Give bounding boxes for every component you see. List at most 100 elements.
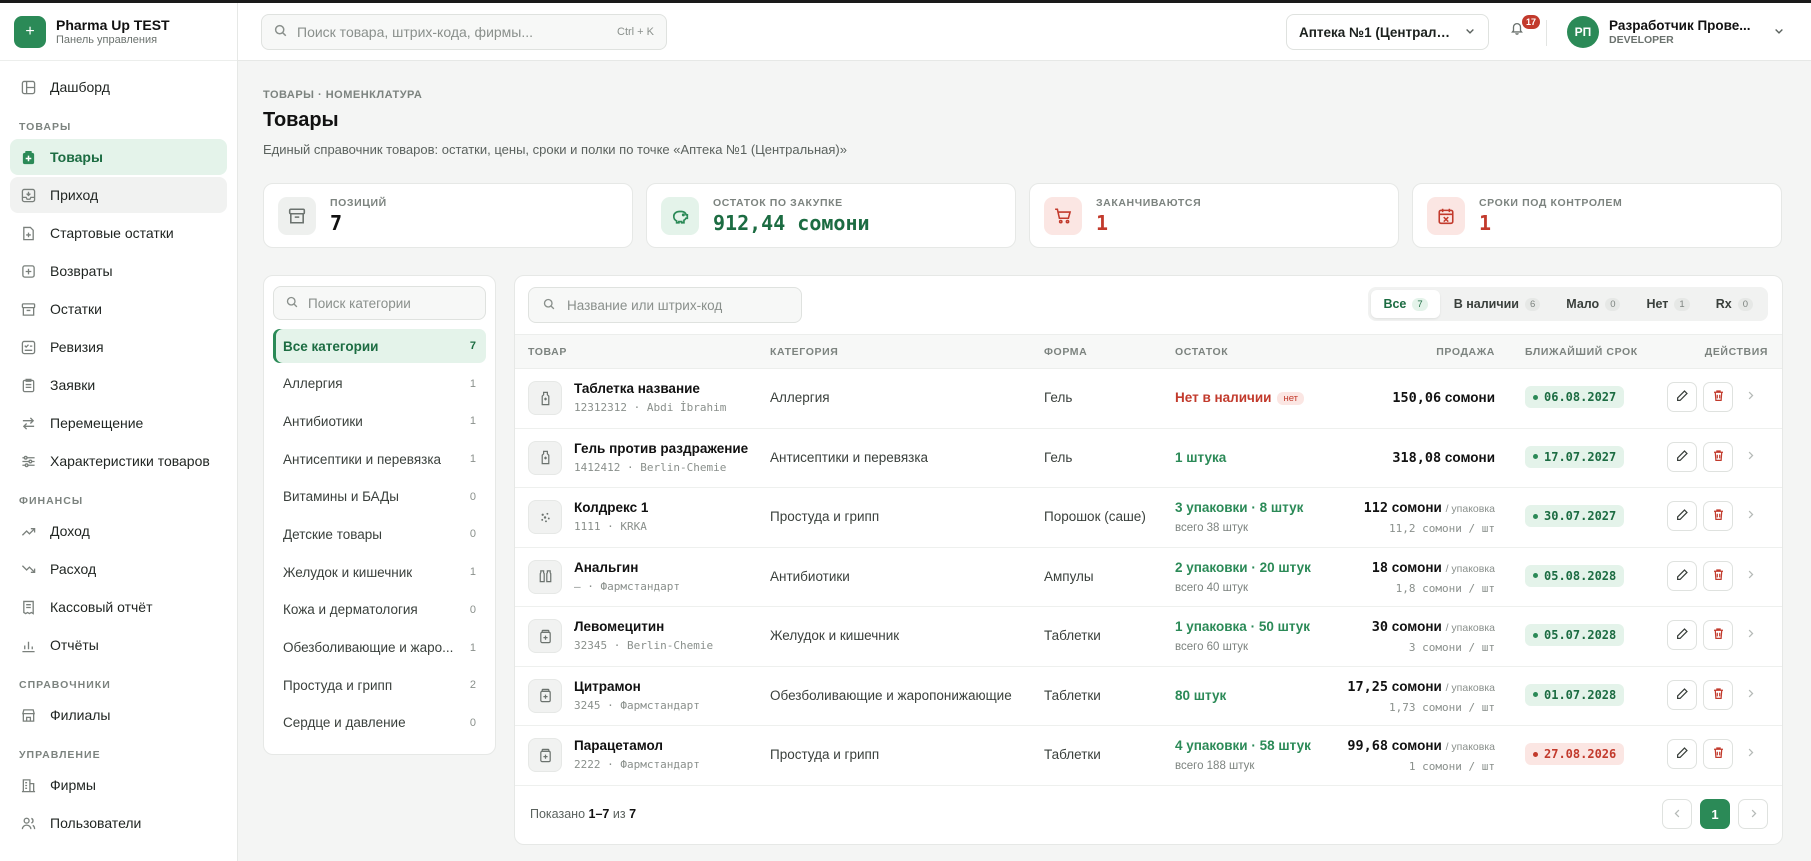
category-item[interactable]: Аллергия 1 [273, 367, 486, 401]
delete-button[interactable] [1703, 560, 1733, 591]
sidebar-item-dashboard[interactable]: Дашборд [10, 69, 227, 105]
table-row[interactable]: Цитрамон 3245 · Фармстандарт Обезболиваю… [515, 667, 1782, 726]
notifications-button[interactable]: 17 [1510, 15, 1541, 43]
sidebar-item-stock[interactable]: Остатки [10, 291, 227, 327]
product-meta: 1412412 · Berlin-Chemie [574, 460, 727, 474]
column-header-category[interactable]: КАТЕГОРИЯ [770, 346, 838, 358]
filter-tab[interactable]: Мало 0 [1554, 290, 1632, 318]
delete-button[interactable] [1703, 501, 1733, 531]
product-name[interactable]: Таблетка название [574, 381, 700, 396]
sidebar-item-attributes[interactable]: Характеристики товаров [10, 443, 227, 479]
sidebar-item-audit[interactable]: Ревизия [10, 329, 227, 365]
category-item[interactable]: Сердце и давление 0 [273, 706, 486, 740]
chevron-right-icon[interactable] [1745, 389, 1756, 404]
delete-button[interactable] [1703, 382, 1733, 412]
category-item[interactable]: Обезболивающие и жаро... 1 [273, 631, 486, 665]
table-row[interactable]: Парацетамол 2222 · Фармстандарт Простуда… [515, 726, 1782, 786]
edit-button[interactable] [1667, 560, 1697, 591]
edit-button[interactable] [1667, 501, 1697, 531]
delete-button[interactable] [1703, 620, 1733, 650]
table-row[interactable]: Анальгин — · Фармстандарт Антибиотики Ам… [515, 548, 1782, 607]
expiry-date: 30.07.2027 [1544, 509, 1617, 523]
sidebar-item-branches[interactable]: Филиалы [10, 697, 227, 733]
global-search[interactable]: Поиск товара, штрих-кода, фирмы... Ctrl … [261, 14, 667, 50]
file-plus-icon [20, 225, 36, 241]
sidebar-item-cash-report[interactable]: Кассовый отчёт [10, 589, 227, 625]
table-row[interactable]: Левомецитин 32345 · Berlin-Chemie Желудо… [515, 607, 1782, 667]
page-title: Товары [263, 109, 339, 131]
chevron-right-icon[interactable] [1745, 568, 1756, 583]
product-name[interactable]: Парацетамол [574, 738, 663, 753]
category-item[interactable]: Детские товары 0 [273, 517, 486, 551]
table-row[interactable]: Гель против раздражение 1412412 · Berlin… [515, 429, 1782, 488]
sidebar-item-income[interactable]: Доход [10, 513, 227, 549]
sidebar-item-users[interactable]: Пользователи [10, 805, 227, 841]
product-category: Антисептики и перевязка [770, 449, 929, 465]
edit-button[interactable] [1667, 620, 1697, 650]
edit-button[interactable] [1667, 441, 1697, 472]
product-stock: 80 штук [1175, 688, 1226, 703]
kpi-value: 1 [1096, 210, 1109, 235]
next-page-button[interactable] [1738, 799, 1768, 829]
sidebar-item-requests[interactable]: Заявки [10, 367, 227, 403]
column-header-form[interactable]: ФОРМА [1044, 346, 1087, 358]
category-search-input[interactable]: Поиск категории [308, 296, 411, 311]
category-item[interactable]: Витамины и БАДы 0 [273, 480, 486, 514]
pharmacy-select[interactable]: Аптека №1 (Центральн... [1286, 14, 1489, 50]
chevron-right-icon[interactable] [1745, 508, 1756, 523]
product-name[interactable]: Цитрамон [574, 679, 641, 694]
global-search-input[interactable]: Поиск товара, штрих-кода, фирмы... [297, 24, 533, 40]
users-icon [20, 815, 36, 831]
sidebar-item-transfer[interactable]: Перемещение [10, 405, 227, 441]
currency: сомони [1444, 449, 1495, 465]
column-header-price[interactable]: ПРОДАЖА [1436, 346, 1495, 358]
user-menu[interactable]: РП Разработчик Прове... DEVELOPER [1567, 16, 1785, 48]
product-search-input[interactable]: Название или штрих-код [567, 298, 722, 313]
brand[interactable]: + Pharma Up TEST Панель управления [0, 3, 237, 61]
column-header-stock[interactable]: ОСТАТОК [1175, 346, 1228, 358]
table-row[interactable]: Колдрекс 1 1111 · KRKA Простуда и грипп … [515, 488, 1782, 548]
filter-tab[interactable]: Rx 0 [1704, 290, 1765, 318]
category-item[interactable]: Желудок и кишечник 1 [273, 555, 486, 589]
product-name[interactable]: Колдрекс 1 [574, 500, 648, 515]
sidebar-item-reports[interactable]: Отчёты [10, 627, 227, 663]
sidebar-item-products[interactable]: Товары [10, 139, 227, 175]
trash-icon [1712, 389, 1725, 405]
sidebar-item-receipt[interactable]: Приход [10, 177, 227, 213]
product-name[interactable]: Анальгин [574, 560, 638, 575]
chevron-right-icon[interactable] [1745, 687, 1756, 702]
table-row[interactable]: Таблетка название 12312312 · Abdi İbrahi… [515, 369, 1782, 429]
chevron-right-icon[interactable] [1745, 627, 1756, 642]
category-search[interactable]: Поиск категории [273, 286, 486, 320]
per-pack-unit: / упаковка [1445, 741, 1495, 753]
sidebar-item-opening-balances[interactable]: Стартовые остатки [10, 215, 227, 251]
product-meta: 3245 · Фармстандарт [574, 698, 700, 712]
category-item[interactable]: Простуда и грипп 2 [273, 668, 486, 702]
category-item[interactable]: Антисептики и перевязка 1 [273, 442, 486, 476]
product-name[interactable]: Левомецитин [574, 619, 664, 634]
page-button[interactable]: 1 [1700, 799, 1730, 829]
prev-page-button[interactable] [1662, 799, 1692, 829]
edit-button[interactable] [1667, 679, 1697, 710]
category-item[interactable]: Кожа и дерматология 0 [273, 593, 486, 627]
filter-tab[interactable]: Нет 1 [1634, 290, 1701, 318]
delete-button[interactable] [1703, 739, 1733, 769]
chevron-right-icon[interactable] [1745, 746, 1756, 761]
filter-tab[interactable]: В наличии 6 [1442, 290, 1553, 318]
edit-button[interactable] [1667, 739, 1697, 769]
sidebar-item-returns[interactable]: Возвраты [10, 253, 227, 289]
column-header-expiry[interactable]: БЛИЖАЙШИЙ СРОК [1525, 346, 1638, 358]
sidebar-item-firms[interactable]: Фирмы [10, 767, 227, 803]
column-header-product[interactable]: ТОВАР [528, 346, 567, 358]
edit-button[interactable] [1667, 382, 1697, 412]
sidebar-item-expense[interactable]: Расход [10, 551, 227, 587]
filter-tab[interactable]: Все 7 [1371, 290, 1440, 318]
category-item[interactable]: Все категории 7 [273, 329, 486, 363]
delete-button[interactable] [1703, 441, 1733, 472]
delete-button[interactable] [1703, 679, 1733, 710]
pencil-icon [1676, 508, 1689, 524]
product-name[interactable]: Гель против раздражение [574, 441, 748, 456]
category-item[interactable]: Антибиотики 1 [273, 404, 486, 438]
product-search[interactable]: Название или штрих-код [528, 287, 802, 323]
chevron-right-icon[interactable] [1745, 449, 1756, 464]
